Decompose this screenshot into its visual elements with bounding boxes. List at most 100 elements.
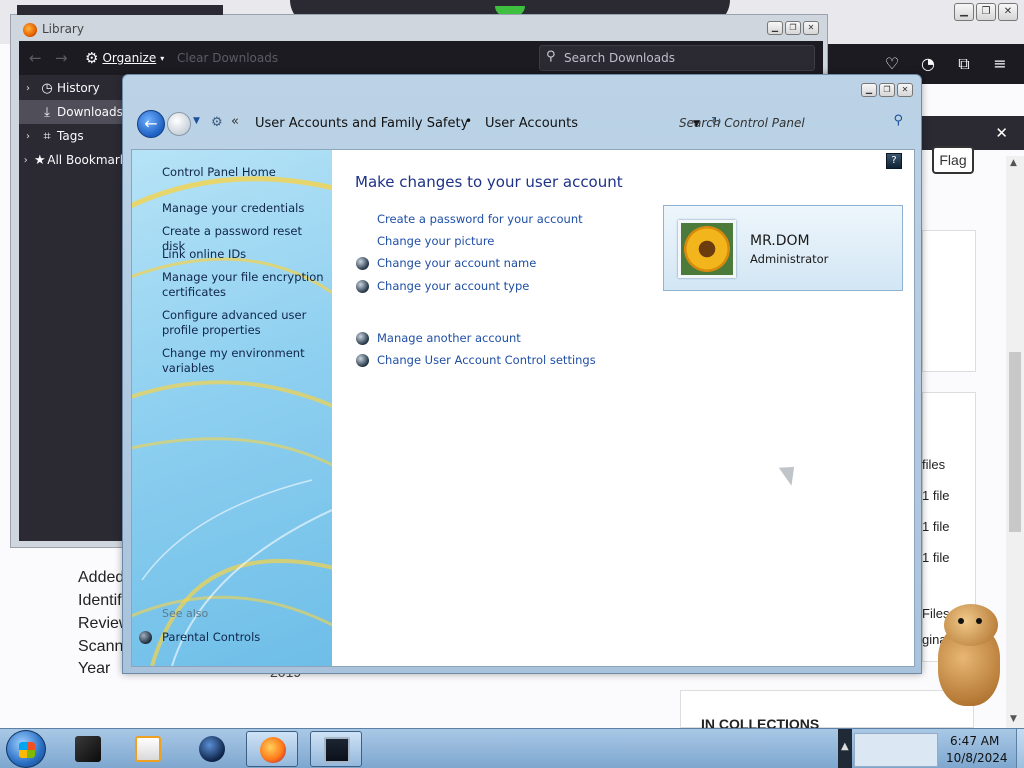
help-icon[interactable]: ? (886, 153, 902, 169)
meta-label: Year (78, 660, 111, 677)
search-placeholder: Search Control Panel (679, 116, 805, 130)
search-placeholder: Search Downloads (564, 51, 675, 65)
minimize-button[interactable]: ▁ (861, 83, 877, 97)
forward-button[interactable] (167, 112, 191, 136)
flag-button[interactable]: Flag (932, 146, 974, 174)
media-player-icon (135, 736, 161, 762)
file-count: files (922, 457, 946, 472)
create-password-link[interactable]: Create a password for your account (377, 212, 583, 226)
terminal-app-icon (75, 736, 101, 762)
clock-icon: ◷ (41, 80, 53, 96)
taskbar-media-player-app[interactable] (122, 731, 174, 767)
maximize-button[interactable]: ❐ (976, 3, 996, 21)
sidebar-item-label: History (57, 81, 100, 95)
library-toolbar: ← → ⚙ Organize ▾ Clear Downloads ⚲ Searc… (19, 41, 823, 75)
hamster-eye (976, 618, 982, 624)
meta-label: Added (78, 569, 125, 586)
sidebar-item-label: Downloads (57, 105, 123, 119)
taskbar-terminal-app[interactable] (62, 731, 114, 767)
address-bar[interactable]: ⚙ « User Accounts and Family Safety • Us… (203, 109, 722, 137)
manage-another-account-link[interactable]: Manage another account (377, 331, 521, 345)
firefox-icon (260, 737, 286, 763)
uac-settings-link[interactable]: Change User Account Control settings (377, 353, 596, 367)
page-scrollbar[interactable]: ▲ ▼ (1006, 156, 1024, 728)
maximize-button[interactable]: ❐ (785, 21, 801, 35)
account-picture[interactable] (678, 220, 736, 278)
back-button[interactable]: ← (137, 110, 165, 138)
library-window-controls: ▁ ❐ ✕ (767, 21, 819, 35)
show-desktop-button[interactable] (1016, 729, 1024, 768)
link-online-ids-link[interactable]: Link online IDs (162, 247, 327, 262)
parental-controls-link[interactable]: Parental Controls (162, 630, 260, 644)
taskbar-firefox-app[interactable] (246, 731, 298, 767)
file-count: 1 file (922, 550, 950, 565)
change-account-name-link[interactable]: Change your account name (377, 256, 536, 270)
taskbar-desktop-window-app[interactable] (310, 731, 362, 767)
search-control-panel-input[interactable]: Search Control Panel ⚲ (673, 109, 909, 137)
close-button[interactable]: ✕ (897, 83, 913, 97)
page-title: Make changes to your user account (355, 173, 623, 191)
environment-variables-link[interactable]: Change my environment variables (162, 346, 327, 376)
change-picture-link[interactable]: Change your picture (377, 234, 494, 248)
recent-pages-dropdown[interactable]: ▼ (193, 116, 200, 126)
extensions-icon[interactable]: ⧉ (954, 54, 974, 74)
library-tab-strip (17, 5, 223, 15)
tag-icon: ⌗ (43, 128, 51, 144)
cp-window-controls: ▁ ❐ ✕ (861, 83, 913, 97)
minimize-button[interactable]: ▁ (767, 21, 783, 35)
shield-icon (356, 257, 369, 270)
sidebar-item-history[interactable]: › ◷ History (19, 76, 133, 100)
clear-downloads-button[interactable]: Clear Downloads (177, 51, 278, 65)
breadcrumb-user-accounts-family-safety[interactable]: User Accounts and Family Safety (255, 116, 468, 131)
firefox-icon (23, 23, 37, 37)
see-also-label: See also (162, 607, 209, 620)
close-button[interactable]: ✕ (998, 3, 1018, 21)
sidebar-item-all-bookmarks[interactable]: › ★ All Bookmarks (19, 148, 133, 172)
breadcrumb-separator[interactable]: • (465, 114, 472, 128)
breadcrumb-user-accounts[interactable]: User Accounts (485, 116, 578, 131)
star-icon: ★ (34, 152, 46, 168)
taskbar-globe-app[interactable] (186, 731, 238, 767)
sidebar-item-label: All Bookmarks (47, 153, 133, 167)
organize-menu[interactable]: ⚙ Organize ▾ (85, 49, 164, 67)
control-panel-home-link[interactable]: Control Panel Home (162, 165, 327, 180)
forward-arrow-icon[interactable]: → (55, 49, 68, 67)
minimize-button[interactable]: ▁ (954, 3, 974, 21)
hamster-desktop-pet[interactable] (926, 604, 1006, 708)
window-title: Library (42, 22, 84, 36)
file-encryption-certificates-link[interactable]: Manage your file encryption certificates (162, 270, 327, 300)
advanced-profile-properties-link[interactable]: Configure advanced user profile properti… (162, 308, 327, 338)
sidebar-item-tags[interactable]: › ⌗ Tags (19, 124, 133, 148)
chevron-left-double-icon[interactable]: « (231, 114, 239, 129)
search-downloads-input[interactable]: ⚲ Search Downloads (539, 45, 815, 71)
pocket-icon[interactable]: ♡ (882, 54, 902, 74)
shield-icon (356, 332, 369, 345)
tray-icons[interactable] (854, 733, 938, 767)
back-arrow-icon[interactable]: ← (29, 49, 42, 67)
manage-credentials-link[interactable]: Manage your credentials (162, 201, 327, 216)
search-icon: ⚲ (546, 49, 556, 64)
maximize-button[interactable]: ❐ (879, 83, 895, 97)
cp-left-pane: Control Panel Home Manage your credentia… (132, 150, 332, 666)
close-button[interactable]: ✕ (803, 21, 819, 35)
close-icon[interactable]: ✕ (995, 124, 1008, 142)
scrollbar-thumb[interactable] (1009, 352, 1021, 532)
change-account-type-link[interactable]: Change your account type (377, 279, 529, 293)
account-card: MR.DOM Administrator (663, 205, 903, 291)
scroll-up-icon[interactable]: ▲ (1010, 158, 1017, 168)
sidebar-item-label: Tags (57, 129, 84, 143)
control-panel-window: ▁ ❐ ✕ ← ▼ ⚙ « User Accounts and Family S… (122, 74, 922, 674)
taskbar: ▲ 6:47 AM 10/8/2024 (0, 728, 1024, 768)
clock-time[interactable]: 6:47 AM (950, 734, 999, 748)
system-tray: ▲ 6:47 AM 10/8/2024 (838, 729, 1024, 768)
control-panel-icon: ⚙ (211, 115, 223, 130)
meta-label: Identif (78, 592, 122, 609)
chevron-up-icon[interactable]: ▲ (841, 741, 849, 752)
start-button[interactable] (6, 730, 46, 768)
menu-icon[interactable]: ≡ (990, 54, 1010, 74)
timer-icon[interactable]: ◔ (918, 54, 938, 74)
sidebar-item-downloads[interactable]: ⤓ Downloads (19, 100, 133, 124)
scroll-down-icon[interactable]: ▼ (1010, 714, 1017, 724)
file-count: 1 file (922, 519, 950, 534)
clock-date[interactable]: 10/8/2024 (946, 751, 1008, 765)
